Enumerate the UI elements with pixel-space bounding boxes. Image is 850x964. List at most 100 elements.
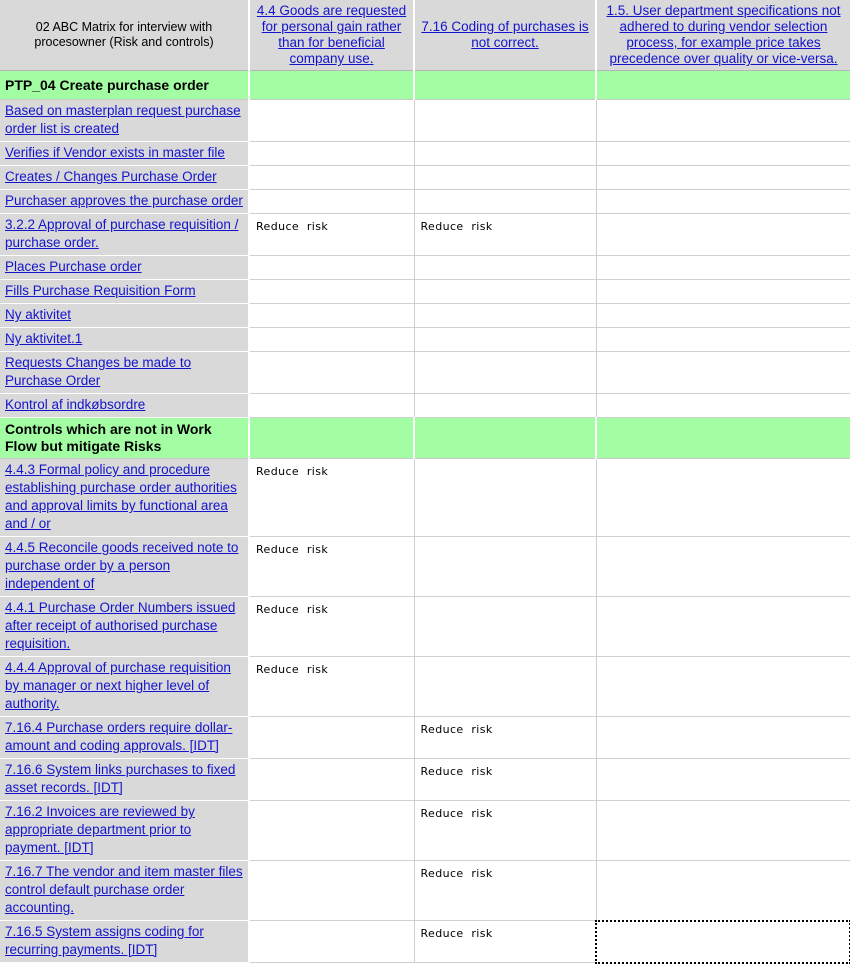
matrix-cell[interactable]: Reduce risk (249, 536, 415, 597)
activity-label-link[interactable]: Based on masterplan request purchase ord… (5, 102, 243, 138)
matrix-cell[interactable] (414, 351, 597, 394)
matrix-cell[interactable] (249, 303, 415, 328)
activity-label-cell[interactable]: Based on masterplan request purchase ord… (0, 99, 250, 142)
matrix-cell[interactable] (414, 99, 597, 142)
risk-column-header-link[interactable]: 7.16 Coding of purchases is not correct. (421, 19, 589, 51)
activity-label-cell[interactable]: 7.16.7 The vendor and item master files … (0, 860, 250, 921)
matrix-cell[interactable] (596, 279, 850, 304)
matrix-cell[interactable]: Reduce risk (249, 213, 415, 256)
matrix-cell[interactable] (596, 141, 850, 166)
matrix-cell[interactable] (596, 189, 850, 214)
activity-label-link[interactable]: Ny aktivitet (5, 306, 243, 324)
matrix-cell[interactable]: Reduce risk (249, 596, 415, 657)
activity-label-cell[interactable]: 7.16.5 System assigns coding for recurri… (0, 920, 250, 963)
activity-label-link[interactable]: 3.2.2 Approval of purchase requisition /… (5, 216, 243, 252)
matrix-cell[interactable] (596, 255, 850, 280)
matrix-cell[interactable] (414, 279, 597, 304)
risk-column-header-link[interactable]: 1.5. User department specifications not … (603, 3, 844, 67)
activity-label-cell[interactable]: 4.4.3 Formal policy and procedure establ… (0, 458, 250, 537)
risk-column-header-3[interactable]: 1.5. User department specifications not … (596, 0, 850, 71)
matrix-cell-selected[interactable] (595, 919, 850, 964)
matrix-cell[interactable]: Reduce risk (414, 860, 597, 921)
activity-label-link[interactable]: Requests Changes be made to Purchase Ord… (5, 354, 243, 390)
activity-label-link[interactable]: Fills Purchase Requisition Form (5, 282, 243, 300)
matrix-cell[interactable] (249, 327, 415, 352)
activity-label-link[interactable]: 7.16.5 System assigns coding for recurri… (5, 923, 243, 959)
matrix-cell[interactable] (596, 536, 850, 597)
matrix-cell[interactable] (414, 458, 597, 537)
matrix-cell[interactable]: Reduce risk (414, 758, 597, 801)
matrix-cell[interactable] (596, 303, 850, 328)
activity-label-link[interactable]: Verifies if Vendor exists in master file (5, 144, 243, 162)
matrix-cell[interactable] (249, 99, 415, 142)
activity-label-link[interactable]: Places Purchase order (5, 258, 243, 276)
activity-label-link[interactable]: 4.4.4 Approval of purchase requisition b… (5, 659, 243, 713)
matrix-cell[interactable] (249, 189, 415, 214)
activity-label-link[interactable]: Creates / Changes Purchase Order (5, 168, 243, 186)
matrix-cell[interactable] (596, 327, 850, 352)
activity-label-link[interactable]: 4.4.1 Purchase Order Numbers issued afte… (5, 599, 243, 653)
matrix-cell[interactable] (414, 656, 597, 717)
activity-label-cell[interactable]: 7.16.6 System links purchases to fixed a… (0, 758, 250, 801)
matrix-cell[interactable] (414, 165, 597, 190)
matrix-cell[interactable] (414, 596, 597, 657)
activity-label-cell[interactable]: Creates / Changes Purchase Order (0, 165, 250, 190)
matrix-cell[interactable] (249, 920, 415, 963)
activity-label-link[interactable]: 7.16.6 System links purchases to fixed a… (5, 761, 243, 797)
activity-label-link[interactable]: 7.16.4 Purchase orders require dollar-am… (5, 719, 243, 755)
matrix-cell[interactable] (249, 860, 415, 921)
matrix-cell[interactable] (249, 279, 415, 304)
matrix-cell[interactable]: Reduce risk (414, 920, 597, 963)
matrix-cell[interactable] (414, 189, 597, 214)
matrix-cell[interactable]: Reduce risk (414, 716, 597, 759)
matrix-cell[interactable] (596, 596, 850, 657)
matrix-cell[interactable] (249, 393, 415, 418)
activity-label-cell[interactable]: 7.16.4 Purchase orders require dollar-am… (0, 716, 250, 759)
matrix-cell[interactable]: Reduce risk (414, 213, 597, 256)
activity-label-cell[interactable]: Ny aktivitet (0, 303, 250, 328)
activity-label-cell[interactable]: 7.16.2 Invoices are reviewed by appropri… (0, 800, 250, 861)
matrix-cell[interactable] (596, 393, 850, 418)
matrix-cell[interactable] (596, 656, 850, 717)
matrix-cell[interactable] (249, 716, 415, 759)
activity-label-cell[interactable]: Ny aktivitet.1 (0, 327, 250, 352)
matrix-cell[interactable] (596, 213, 850, 256)
matrix-cell[interactable]: Reduce risk (249, 656, 415, 717)
matrix-cell[interactable] (414, 536, 597, 597)
activity-label-link[interactable]: 4.4.3 Formal policy and procedure establ… (5, 461, 243, 533)
matrix-cell[interactable] (414, 393, 597, 418)
matrix-cell[interactable] (596, 99, 850, 142)
matrix-cell[interactable] (596, 758, 850, 801)
activity-label-link[interactable]: 7.16.7 The vendor and item master files … (5, 863, 243, 917)
matrix-cell[interactable] (414, 327, 597, 352)
activity-label-link[interactable]: 7.16.2 Invoices are reviewed by appropri… (5, 803, 243, 857)
matrix-cell[interactable] (596, 165, 850, 190)
activity-label-cell[interactable]: 4.4.1 Purchase Order Numbers issued afte… (0, 596, 250, 657)
matrix-cell[interactable] (249, 255, 415, 280)
activity-label-link[interactable]: 4.4.5 Reconcile goods received note to p… (5, 539, 243, 593)
matrix-cell[interactable]: Reduce risk (414, 800, 597, 861)
risk-column-header-2[interactable]: 7.16 Coding of purchases is not correct. (414, 0, 597, 71)
activity-label-cell[interactable]: 3.2.2 Approval of purchase requisition /… (0, 213, 250, 256)
matrix-cell[interactable] (596, 351, 850, 394)
risk-column-header-link[interactable]: 4.4 Goods are requested for personal gai… (256, 3, 407, 67)
matrix-cell[interactable]: Reduce risk (249, 458, 415, 537)
activity-label-cell[interactable]: Purchaser approves the purchase order (0, 189, 250, 214)
matrix-cell[interactable] (249, 141, 415, 166)
activity-label-cell[interactable]: Requests Changes be made to Purchase Ord… (0, 351, 250, 394)
activity-label-cell[interactable]: 4.4.4 Approval of purchase requisition b… (0, 656, 250, 717)
risk-column-header-1[interactable]: 4.4 Goods are requested for personal gai… (249, 0, 415, 71)
matrix-cell[interactable] (596, 458, 850, 537)
activity-label-link[interactable]: Ny aktivitet.1 (5, 330, 243, 348)
activity-label-cell[interactable]: Verifies if Vendor exists in master file (0, 141, 250, 166)
activity-label-cell[interactable]: Places Purchase order (0, 255, 250, 280)
matrix-cell[interactable] (596, 716, 850, 759)
matrix-cell[interactable] (414, 141, 597, 166)
matrix-cell[interactable] (249, 800, 415, 861)
matrix-cell[interactable] (596, 860, 850, 921)
matrix-cell[interactable] (414, 255, 597, 280)
activity-label-link[interactable]: Purchaser approves the purchase order (5, 192, 243, 210)
activity-label-link[interactable]: Kontrol af indkøbsordre (5, 396, 243, 414)
activity-label-cell[interactable]: 4.4.5 Reconcile goods received note to p… (0, 536, 250, 597)
matrix-cell[interactable] (249, 758, 415, 801)
